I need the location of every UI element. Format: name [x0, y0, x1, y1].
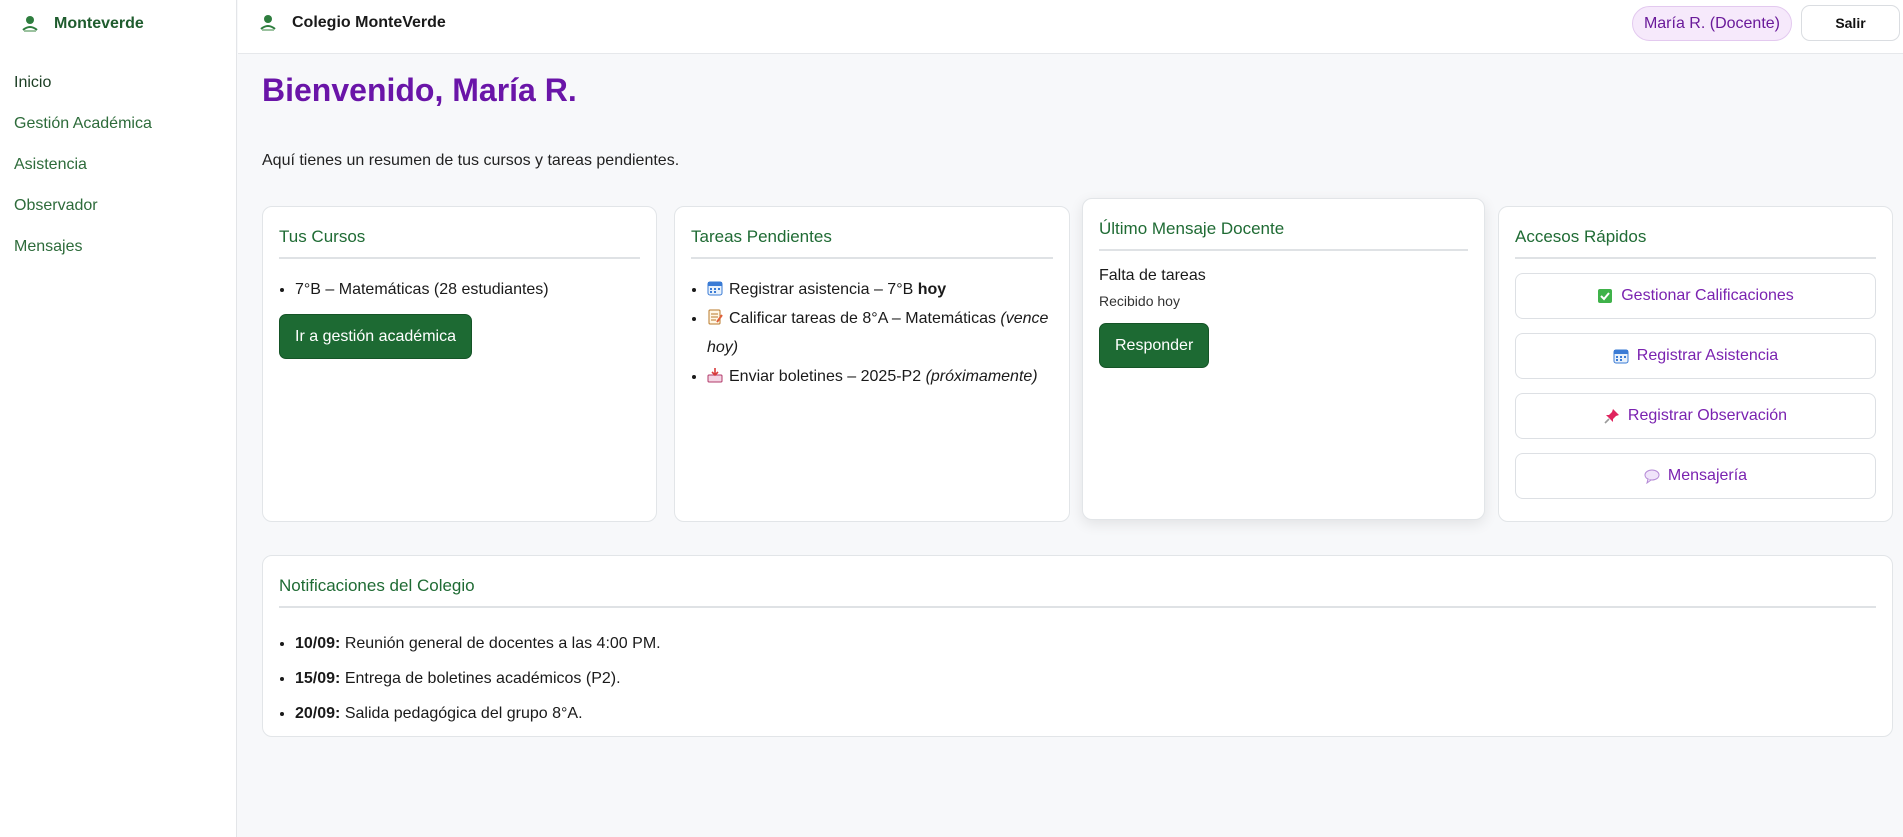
sidebar-item-observador[interactable]: Observador: [0, 185, 236, 226]
quick-button-label: Mensajería: [1667, 467, 1748, 484]
notification-date: 20/09:: [295, 705, 341, 722]
school-logo-icon: [260, 15, 276, 31]
card-title: Notificaciones del Colegio: [279, 576, 1876, 608]
go-academic-management-button[interactable]: Ir a gestión académica: [279, 314, 472, 359]
notifications-card: Notificaciones del Colegio 10/09: Reunió…: [262, 555, 1893, 737]
card-title: Accesos Rápidos: [1515, 227, 1876, 259]
school-logo-icon: [22, 16, 38, 32]
notification-date: 10/09:: [295, 635, 341, 652]
sidebar: Monteverde Inicio Gestión Académica Asis…: [0, 0, 237, 837]
register-attendance-button[interactable]: Registrar Asistencia: [1515, 333, 1876, 379]
task-due: (próximamente): [925, 368, 1038, 385]
page-title: Bienvenido, María R.: [262, 72, 577, 108]
brand[interactable]: Monteverde: [0, 0, 236, 48]
sidebar-item-asistencia[interactable]: Asistencia: [0, 144, 236, 185]
courses-list: 7°B – Matemáticas (28 estudiantes): [279, 275, 640, 304]
quick-button-label: Registrar Asistencia: [1636, 347, 1779, 364]
manage-grades-button[interactable]: Gestionar Calificaciones: [1515, 273, 1876, 319]
summary-text: Aquí tienes un resumen de tus cursos y t…: [262, 152, 680, 169]
school-title: Colegio MonteVerde: [292, 14, 446, 31]
calendar-icon: [707, 281, 723, 296]
task-due: hoy: [917, 281, 947, 298]
inbox-tray-icon: [707, 368, 723, 383]
list-item: 15/09: Entrega de boletines académicos (…: [295, 661, 1876, 696]
card-title: Tus Cursos: [279, 227, 640, 259]
last-message-card: Último Mensaje Docente Falta de tareas R…: [1082, 198, 1485, 520]
list-item: 20/09: Salida pedagógica del grupo 8°A.: [295, 696, 1876, 731]
brand-name: Monteverde: [54, 15, 144, 32]
speech-balloon-icon: [1644, 469, 1660, 484]
topbar: Colegio MonteVerde María R. (Docente) Sa…: [238, 0, 1903, 54]
notification-date: 15/09:: [295, 670, 341, 687]
sidebar-item-inicio[interactable]: Inicio: [0, 62, 236, 103]
quick-button-label: Gestionar Calificaciones: [1621, 287, 1794, 304]
pending-tasks-card: Tareas Pendientes Registrar asistencia –…: [674, 206, 1070, 522]
task-text: Calificar tareas de 8°A – Matemáticas: [729, 310, 1001, 327]
notification-text: Reunión general de docentes a las 4:00 P…: [340, 635, 661, 652]
messaging-button[interactable]: Mensajería: [1515, 453, 1876, 499]
calendar-icon: [1613, 349, 1629, 364]
sidebar-item-mensajes[interactable]: Mensajes: [0, 226, 236, 267]
check-box-icon: [1598, 289, 1613, 303]
card-title: Último Mensaje Docente: [1099, 219, 1468, 251]
list-item: Registrar asistencia – 7°B hoy: [707, 275, 1053, 304]
notification-text: Entrega de boletines académicos (P2).: [340, 670, 621, 687]
card-title: Tareas Pendientes: [691, 227, 1053, 259]
task-text: Registrar asistencia – 7°B: [729, 281, 918, 298]
quick-access-card: Accesos Rápidos Gestionar Calificaciones…: [1498, 206, 1893, 522]
register-observation-button[interactable]: Registrar Observación: [1515, 393, 1876, 439]
reply-button[interactable]: Responder: [1099, 323, 1210, 368]
message-subject: Falta de tareas: [1099, 267, 1206, 284]
sidebar-nav: Inicio Gestión Académica Asistencia Obse…: [0, 62, 236, 267]
user-badge[interactable]: María R. (Docente): [1631, 6, 1792, 41]
task-text: Enviar boletines – 2025-P2: [729, 368, 926, 385]
list-item: 10/09: Reunión general de docentes a las…: [295, 626, 1876, 661]
list-item: Calificar tareas de 8°A – Matemáticas (v…: [707, 304, 1053, 362]
notifications-list: 10/09: Reunión general de docentes a las…: [279, 626, 1876, 731]
pushpin-icon: [1604, 409, 1619, 424]
memo-icon: [708, 309, 723, 325]
quick-button-label: Registrar Observación: [1627, 407, 1788, 424]
notification-text: Salida pedagógica del grupo 8°A.: [340, 705, 583, 722]
list-item: Enviar boletines – 2025-P2 (próximamente…: [707, 362, 1053, 391]
list-item: 7°B – Matemáticas (28 estudiantes): [295, 275, 640, 304]
logout-button[interactable]: Salir: [1801, 5, 1900, 41]
courses-card: Tus Cursos 7°B – Matemáticas (28 estudia…: [262, 206, 657, 522]
sidebar-item-gestion-academica[interactable]: Gestión Académica: [0, 103, 236, 144]
message-received: Recibido hoy: [1099, 293, 1180, 309]
tasks-list: Registrar asistencia – 7°B hoy Calificar…: [691, 275, 1053, 391]
